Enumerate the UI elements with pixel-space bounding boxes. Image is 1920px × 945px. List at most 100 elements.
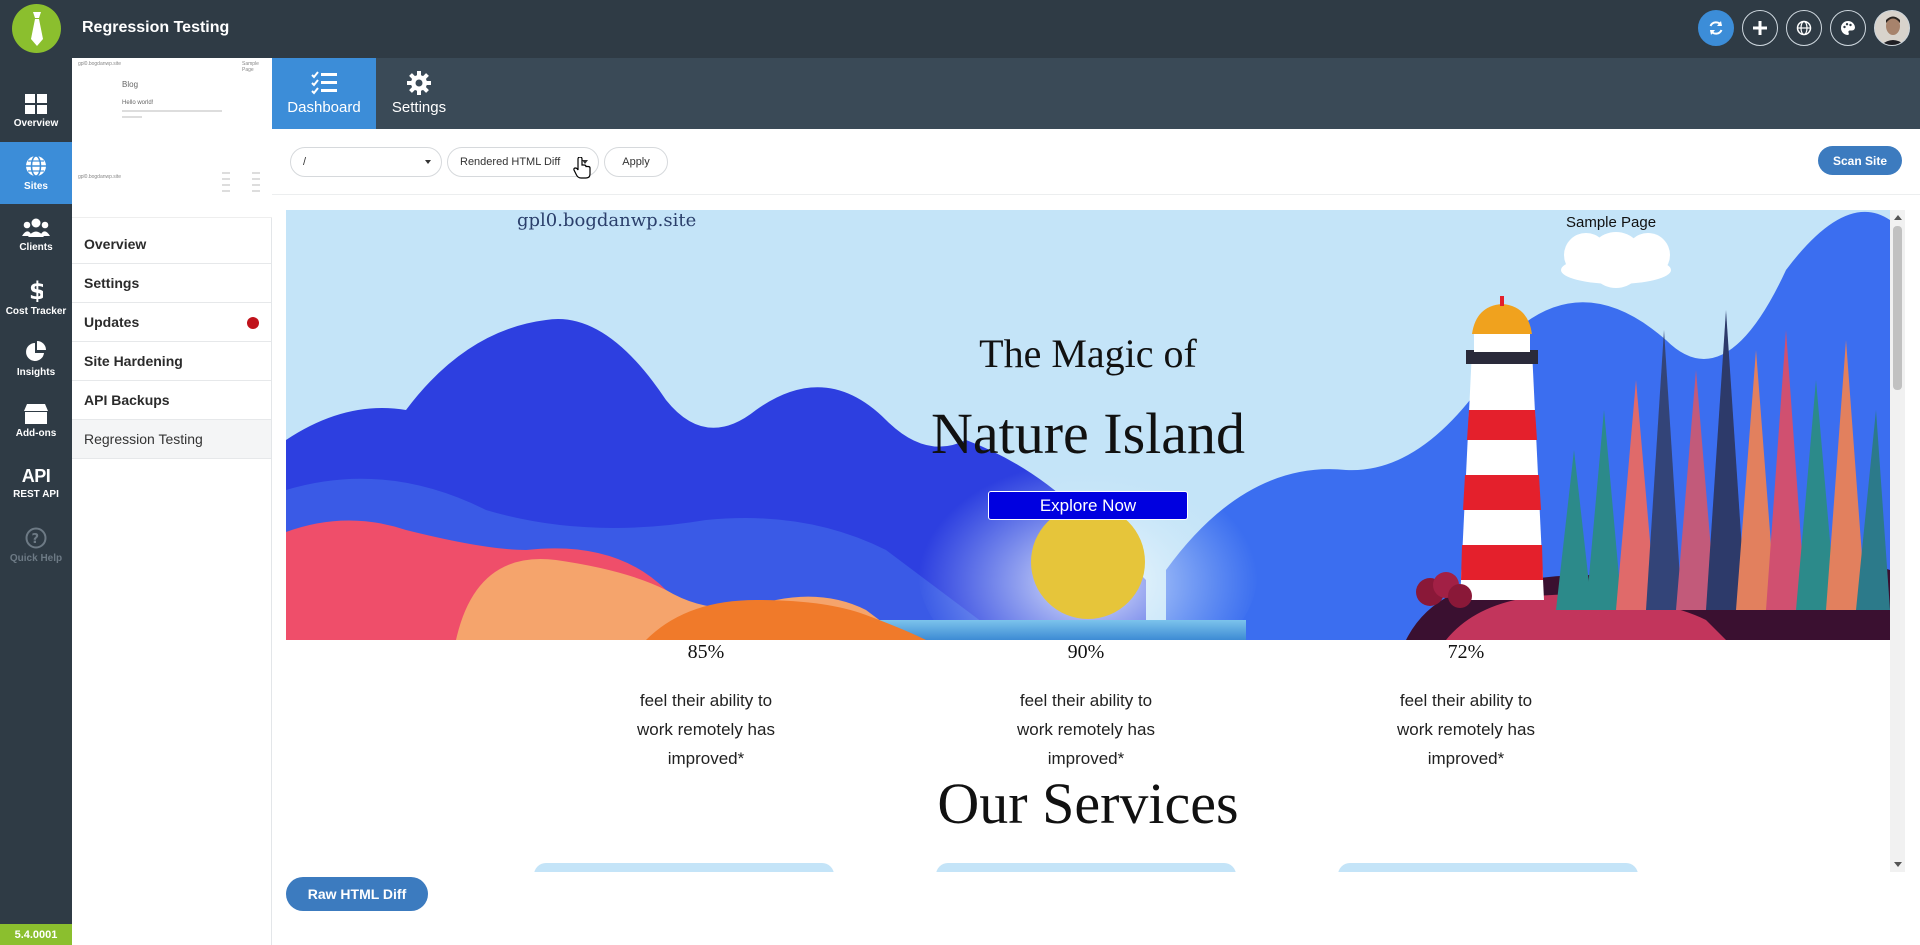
service-card (534, 863, 834, 872)
site-thumbnail[interactable]: gpl0.bogdanwp.site Sample Page Blog Hell… (72, 58, 272, 218)
tab-bar: Dashboard Settings (272, 58, 1920, 129)
dollar-icon: $ (29, 278, 43, 302)
stat-item: 85% feel their ability to work remotely … (606, 640, 806, 773)
thumbnail-post: Hello world! (122, 100, 154, 106)
chevron-down-icon (425, 160, 431, 164)
site-menu-regression-testing[interactable]: Regression Testing (72, 420, 271, 459)
stat-desc-line: feel their ability to (639, 691, 773, 710)
nav-insights[interactable]: Insights (0, 328, 72, 390)
box-icon (24, 403, 48, 424)
site-menu-updates[interactable]: Updates (72, 303, 271, 342)
stat-description: feel their ability to work remotely has … (606, 686, 806, 773)
nav-addons[interactable]: Add-ons (0, 390, 72, 452)
preview-site-name[interactable]: gpl0.bogdanwp.site (517, 210, 696, 231)
site-menu-site-hardening[interactable]: Site Hardening (72, 342, 271, 381)
stat-desc-line: work remotely has (1397, 720, 1535, 739)
site-menu: Overview Settings Updates Site Hardening… (72, 225, 271, 459)
service-card (936, 863, 1236, 872)
stat-percentage: 72% (1447, 641, 1485, 663)
sync-button[interactable] (1698, 10, 1734, 46)
scan-site-button[interactable]: Scan Site (1818, 146, 1902, 175)
scrollbar-thumb[interactable] (1893, 226, 1902, 390)
nav-clients-label: Clients (19, 241, 53, 253)
app-logo[interactable] (12, 4, 61, 53)
gear-icon (407, 71, 431, 95)
nav-api-label: REST API (13, 489, 59, 500)
nav-addons-label: Add-ons (15, 427, 57, 439)
nav-cost-tracker[interactable]: $ Cost Tracker (0, 266, 72, 328)
nav-overview-label: Overview (13, 117, 59, 129)
nav-sites-label: Sites (24, 180, 48, 192)
site-menu-settings[interactable]: Settings (72, 264, 271, 303)
thumbnail-menu: Sample Page (242, 61, 259, 73)
svg-text:$: $ (29, 278, 43, 302)
hand-cursor-icon (573, 157, 591, 179)
avatar[interactable] (1874, 10, 1910, 46)
stat-description: feel their ability to work remotely has … (986, 686, 1186, 773)
thumbnail-blog: Blog (122, 80, 139, 89)
raw-html-diff-button[interactable]: Raw HTML Diff (286, 877, 428, 911)
site-menu-api-backups[interactable]: API Backups (72, 381, 271, 420)
scroll-down-icon[interactable] (1894, 862, 1902, 867)
theme-button[interactable] (1830, 10, 1866, 46)
svg-text:?: ? (32, 532, 40, 547)
stat-desc-line: improved* (667, 749, 745, 768)
stat-desc-line: work remotely has (637, 720, 775, 739)
stat-desc-line: feel their ability to (1399, 691, 1533, 710)
preview-nav-link[interactable]: Sample Page (1566, 214, 1656, 231)
stat-desc-line: improved* (1047, 749, 1125, 768)
grid-icon (25, 93, 47, 114)
service-card (1338, 863, 1638, 872)
stat-percentage: 85% (687, 641, 725, 663)
nav-sites[interactable]: Sites (0, 142, 72, 204)
users-icon (22, 218, 50, 237)
tab-dashboard-label: Dashboard (287, 99, 361, 116)
pie-chart-icon (26, 340, 46, 361)
nav-insights-label: Insights (16, 366, 56, 378)
api-icon: API (21, 466, 51, 486)
add-button[interactable] (1742, 10, 1778, 46)
rendered-preview: gpl0.bogdanwp.site Sample Page The Magic… (286, 210, 1890, 872)
stat-desc-line: feel their ability to (1019, 691, 1153, 710)
site-menu-updates-label: Updates (84, 314, 140, 330)
user-avatar-icon (1875, 11, 1909, 45)
tab-settings-label: Settings (391, 99, 447, 116)
nav-overview[interactable]: Overview (0, 80, 72, 142)
hero-title: Nature Island (930, 401, 1246, 466)
site-sidebar: gpl0.bogdanwp.site Sample Page Blog Hell… (72, 58, 272, 945)
tie-icon (30, 11, 43, 46)
tab-dashboard[interactable]: Dashboard (272, 58, 376, 129)
page-title: Regression Testing (82, 19, 230, 36)
stat-item: 90% feel their ability to work remotely … (986, 640, 1186, 773)
palette-icon (1841, 20, 1855, 35)
explore-now-button[interactable]: Explore Now (988, 491, 1188, 520)
nav-rest-api[interactable]: API REST API (0, 452, 72, 514)
services-heading: Our Services (937, 771, 1239, 836)
checklist-icon (311, 71, 337, 95)
stat-item: 72% feel their ability to work remotely … (1366, 640, 1566, 773)
stat-percentage: 90% (1067, 641, 1105, 663)
nav-clients[interactable]: Clients (0, 204, 72, 266)
nav-cost-label: Cost Tracker (5, 305, 67, 317)
top-bar: Regression Testing (0, 0, 1920, 58)
path-select-value: / (303, 156, 307, 168)
main-nav: Overview Sites Clients $ Cost Tracker In… (0, 58, 72, 945)
plus-icon (1753, 21, 1767, 35)
stat-desc-line: work remotely has (1017, 720, 1155, 739)
globe-icon (1796, 20, 1812, 36)
tab-settings[interactable]: Settings (376, 58, 462, 129)
alert-dot-icon (247, 317, 259, 329)
globe-icon (26, 154, 46, 177)
sync-icon (1709, 21, 1723, 35)
globe-button[interactable] (1786, 10, 1822, 46)
nav-quick-help[interactable]: ? Quick Help (0, 514, 72, 576)
apply-button[interactable]: Apply (604, 147, 668, 177)
path-select[interactable]: / (290, 147, 442, 177)
question-icon: ? (25, 527, 47, 548)
preview-scrollbar[interactable] (1890, 210, 1905, 872)
scroll-up-icon[interactable] (1894, 215, 1902, 220)
hero-subtitle: The Magic of (979, 331, 1197, 376)
diff-mode-value: Rendered HTML Diff (460, 156, 561, 168)
site-menu-overview[interactable]: Overview (72, 225, 271, 264)
stat-description: feel their ability to work remotely has … (1366, 686, 1566, 773)
